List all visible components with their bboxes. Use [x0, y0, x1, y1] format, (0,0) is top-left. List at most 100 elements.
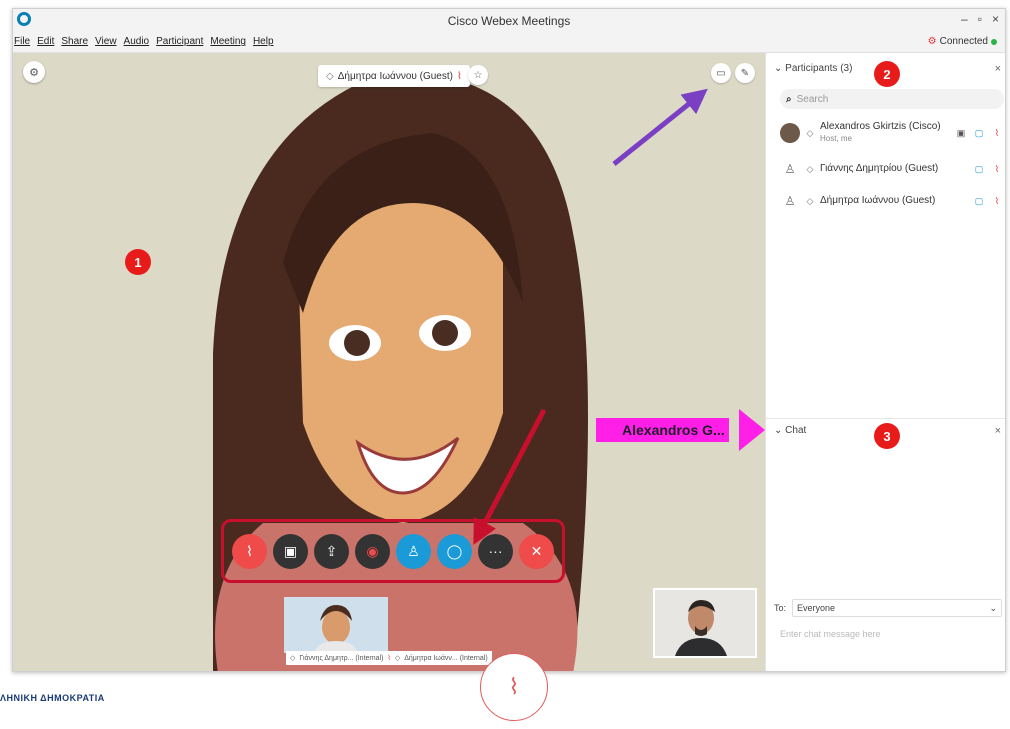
badge-3: 3 — [874, 423, 900, 449]
menu-view[interactable]: View — [95, 36, 117, 47]
connection-status: ⚙ Connected — [928, 36, 997, 47]
close-participants-button[interactable]: × — [995, 63, 1001, 75]
chat-button[interactable]: ◯ — [437, 533, 472, 569]
leave-button[interactable]: ✕ — [519, 533, 554, 569]
participants-search[interactable]: ⌕ Search — [780, 89, 1004, 109]
thumbnail-label-2: Δήμητρα Ιωάνν... (Internal) — [404, 654, 488, 662]
record-button[interactable]: ◉ — [355, 533, 390, 569]
chat-to-label: To: — [774, 603, 787, 613]
participant-name: Δήμητρα Ιωάννου (Guest) — [820, 195, 936, 206]
presenter-icon: ▣ — [956, 127, 966, 138]
chat-recipient-value: Everyone — [797, 603, 836, 613]
menu-edit[interactable]: Edit — [37, 36, 54, 47]
badge-1: 1 — [125, 249, 151, 275]
mic-outline-icon: ◇ — [326, 70, 334, 82]
side-panel: ⌄ Participants (3) × 2 ⌕ Search ◇ Alexan… — [765, 53, 1005, 671]
record-icon: ◉ — [366, 542, 379, 559]
mic-muted-icon: ⌇ — [456, 70, 462, 82]
footer-text: ΛΗΝΙΚΗ ΔΗΜΟΚΡΑΤΙΑ — [0, 693, 105, 703]
menu-meeting[interactable]: Meeting — [210, 36, 246, 47]
mic-muted-icon: ⌇ — [994, 195, 1000, 206]
thumbnail-labels: ◇ Γιάννης Δημητρ... (Internal) ⌇ ◇ Δήμητ… — [286, 651, 492, 665]
menu-help[interactable]: Help — [253, 36, 274, 47]
meeting-controls: ⌇ ▣ ⇪ ◉ ♙ ◯ ··· ✕ — [221, 519, 565, 583]
chevron-down-icon: ⌄ — [774, 63, 783, 74]
search-icon: ⌕ — [786, 93, 792, 105]
participant-name: Alexandros Gkirtzis (Cisco) Host, me — [820, 121, 952, 145]
participants-icon: ♙ — [407, 542, 420, 559]
chat-icon: ◯ — [446, 542, 463, 559]
chevron-down-icon: ⌄ — [989, 602, 997, 613]
mic-muted-icon: ⚙ — [927, 36, 937, 47]
camera-icon: ▢ — [974, 163, 984, 174]
participant-row[interactable]: ♙ ◇ Γιάννης Δημητρίου (Guest) ▢ ⌇ — [780, 155, 1005, 183]
chat-recipient-select[interactable]: Everyone ⌄ — [792, 599, 1002, 617]
settings-icon[interactable]: ⚙ — [23, 61, 45, 83]
participant-thumbnail[interactable] — [284, 597, 388, 653]
menu-bar: File Edit Share View Audio Participant M… — [13, 33, 1005, 53]
mic-muted-icon: ⌇ — [387, 655, 391, 662]
mic-outline-icon: ◇ — [394, 655, 401, 662]
person-icon: ♙ — [784, 194, 796, 208]
chat-input[interactable]: Enter chat message here — [780, 629, 881, 639]
participants-title: Participants (3) — [785, 63, 853, 74]
video-off-icon: ▣ — [283, 542, 298, 559]
mic-off-icon: ⌇ — [246, 542, 253, 559]
person-icon: ♙ — [784, 162, 796, 176]
close-chat-button[interactable]: × — [995, 425, 1001, 437]
connection-dot-icon — [991, 38, 997, 45]
minimize-button[interactable]: – — [961, 12, 968, 26]
search-placeholder: Search — [796, 93, 829, 105]
menu-file[interactable]: File — [14, 36, 30, 47]
camera-icon: ▢ — [974, 127, 984, 138]
participant-row[interactable]: ◇ Alexandros Gkirtzis (Cisco) Host, me ▣… — [780, 119, 1005, 147]
pin-icon[interactable]: ☆ — [468, 65, 488, 85]
menu-share[interactable]: Share — [61, 36, 88, 47]
title-bar: Cisco Webex Meetings – ▫ × — [13, 9, 1005, 33]
mic-outline-icon: ◇ — [806, 163, 814, 174]
self-view-image — [655, 590, 755, 656]
participants-header[interactable]: ⌄ Participants (3) — [774, 63, 852, 74]
active-speaker-name: Δήμητρα Ιωάννου (Guest) — [337, 70, 453, 82]
self-view-video[interactable] — [653, 588, 757, 658]
divider — [766, 418, 1005, 419]
layout-icon[interactable]: ▭ — [711, 63, 731, 83]
mic-outline-icon: ◇ — [806, 195, 814, 206]
window-title: Cisco Webex Meetings — [447, 14, 571, 28]
mic-outline-icon: ◇ — [806, 127, 814, 138]
camera-icon: ▢ — [974, 195, 984, 206]
more-button[interactable]: ··· — [478, 533, 513, 569]
menu-participant[interactable]: Participant — [156, 36, 203, 47]
mute-button[interactable]: ⌇ — [232, 533, 267, 569]
webex-window: Cisco Webex Meetings – ▫ × File Edit Sha… — [12, 8, 1006, 672]
participant-row[interactable]: ♙ ◇ Δήμητρα Ιωάννου (Guest) ▢ ⌇ — [780, 187, 1005, 215]
thumbnail-label-1: Γιάννης Δημητρ... (Internal) — [299, 654, 384, 662]
maximize-button[interactable]: ▫ — [978, 12, 982, 26]
edit-icon[interactable]: ✎ — [735, 63, 755, 83]
window-controls: – ▫ × — [961, 12, 999, 26]
mic-muted-icon: ⌇ — [480, 653, 548, 721]
badge-2: 2 — [874, 61, 900, 87]
video-stage: ⚙ ◇ Δήμητρα Ιωάννου (Guest) ⌇ ☆ ▭ ✎ 1 ⌇ … — [13, 53, 765, 671]
menu: File Edit Share View Audio Participant M… — [14, 36, 274, 47]
active-speaker-label: ◇ Δήμητρα Ιωάννου (Guest) ⌇ — [318, 65, 470, 87]
close-icon: ✕ — [530, 542, 543, 559]
mic-muted-icon: ⌇ — [994, 127, 1000, 138]
participant-role: Host, me — [820, 134, 853, 143]
share-button[interactable]: ⇪ — [314, 533, 349, 569]
more-icon: ··· — [488, 543, 503, 559]
menu-audio[interactable]: Audio — [124, 36, 150, 47]
participants-button[interactable]: ♙ — [396, 533, 431, 569]
video-button[interactable]: ▣ — [273, 533, 308, 569]
avatar — [780, 123, 800, 143]
participant-name: Γιάννης Δημητρίου (Guest) — [820, 163, 939, 174]
callout-arrow-icon — [739, 409, 765, 451]
close-window-button[interactable]: × — [992, 12, 999, 26]
mic-outline-icon: ◇ — [290, 655, 296, 662]
chat-header[interactable]: ⌄ Chat — [774, 425, 806, 436]
participant-thumbnail-image — [284, 597, 388, 653]
chevron-down-icon: ⌄ — [774, 425, 783, 436]
share-icon: ⇪ — [325, 542, 338, 559]
connection-label: Connected — [939, 36, 988, 47]
chat-recipient: To: Everyone ⌄ — [774, 598, 1002, 618]
